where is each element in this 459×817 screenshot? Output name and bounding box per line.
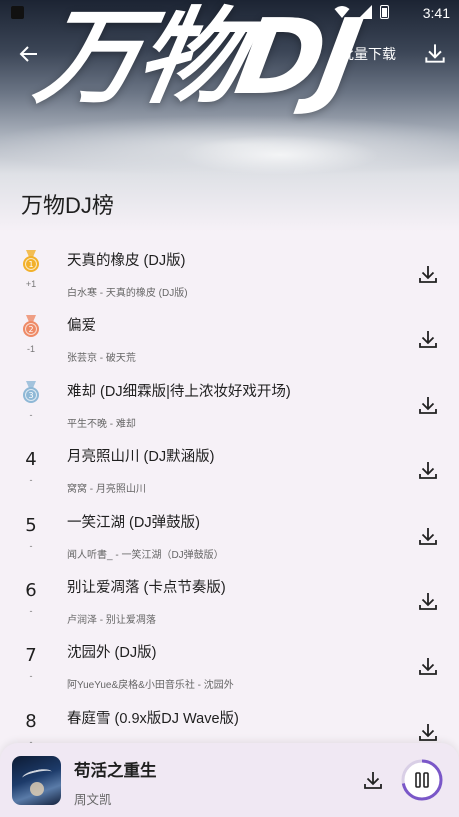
rank-indicator: 3-	[14, 380, 48, 420]
player-song-title: 苟活之重生	[74, 762, 157, 780]
mini-player[interactable]: 苟活之重生 周文凯	[0, 743, 459, 817]
rank-change: -	[29, 409, 33, 420]
song-title: 月亮照山川 (DJ默涵版)	[67, 449, 215, 466]
song-title: 偏爱	[67, 318, 96, 335]
rank-number: 7	[25, 645, 37, 667]
download-icon[interactable]	[416, 654, 440, 678]
batch-download-button[interactable]: 批量下载	[340, 44, 396, 64]
song-subtitle: 平生不晚 - 难却	[67, 418, 136, 430]
song-title: 春庭雪 (0.9x版DJ Wave版)	[67, 710, 239, 727]
song-subtitle: 窝窝 - 月亮照山川	[67, 484, 146, 496]
song-title: 别让爱凋落 (卡点节奏版)	[67, 579, 226, 596]
player-download-icon[interactable]	[361, 768, 385, 792]
medal-icon: 3	[23, 380, 39, 403]
rank-change: -1	[26, 344, 35, 355]
song-title: 天真的橡皮 (DJ版)	[67, 253, 186, 269]
song-title: 一笑江湖 (DJ弹鼓版)	[67, 514, 200, 531]
song-subtitle: 白水寒 - 天真的橡皮 (DJ版)	[67, 288, 188, 299]
back-button[interactable]	[14, 40, 44, 68]
song-subtitle: 闻人听書_ - 一笑江湖（DJ弹鼓版）	[67, 549, 224, 561]
rank-number: 4	[25, 449, 37, 471]
song-subtitle: 张芸京 - 破天荒	[67, 353, 136, 365]
song-row[interactable]: 8- 春庭雪 (0.9x版DJ Wave版)	[0, 696, 459, 743]
download-icon[interactable]	[416, 327, 440, 351]
download-icon[interactable]	[416, 393, 440, 417]
cover-art-detail	[21, 766, 53, 784]
song-title: 难却 (DJ细霖版|待上浓妆好戏开场)	[67, 383, 291, 400]
player-artist: 周文凯	[74, 793, 112, 807]
rank-change: -	[29, 671, 33, 682]
song-subtitle: 阿YueYue&戾格&小田音乐社 - 沈园外	[67, 680, 234, 692]
song-list: 1 +1 天真的橡皮 (DJ版) 白水寒 - 天真的橡皮 (DJ版) 2 -1 偏爱 张芸京 …	[0, 238, 459, 743]
status-time: 3:41	[422, 5, 450, 21]
song-row[interactable]: 1 +1 天真的橡皮 (DJ版) 白水寒 - 天真的橡皮 (DJ版)	[0, 238, 459, 303]
rank-number: 8	[25, 710, 37, 732]
rank-indicator: 1 +1	[14, 250, 48, 289]
song-row[interactable]: 7- 沈园外 (DJ版) 阿YueYue&戾格&小田音乐社 - 沈园外	[0, 630, 459, 695]
download-icon[interactable]	[416, 458, 440, 482]
download-all-icon[interactable]	[422, 40, 448, 66]
download-icon[interactable]	[416, 589, 440, 613]
medal-rank: 1	[28, 260, 33, 269]
banner-cloud	[180, 135, 380, 175]
album-cover[interactable]	[12, 756, 61, 805]
rank-indicator: 2 -1	[14, 315, 48, 354]
download-icon[interactable]	[416, 720, 440, 743]
rank-change: -	[29, 605, 33, 616]
download-icon[interactable]	[416, 262, 440, 286]
status-bar: 3:41	[0, 0, 459, 26]
signal-icon	[358, 5, 372, 19]
rank-indicator: 5-	[14, 512, 48, 551]
rank-number: 6	[25, 579, 37, 601]
download-icon[interactable]	[416, 524, 440, 548]
wifi-icon	[334, 6, 350, 18]
rank-indicator: 6-	[14, 577, 48, 616]
rank-change: -	[29, 475, 33, 486]
rank-change: -	[29, 540, 33, 551]
medal-rank: 3	[28, 391, 33, 400]
song-row[interactable]: 3- 难却 (DJ细霖版|待上浓妆好戏开场) 平生不晚 - 难却	[0, 369, 459, 434]
notification-icon	[11, 6, 24, 19]
battery-icon	[380, 5, 389, 19]
arrow-left-icon	[19, 46, 37, 62]
medal-icon: 2	[23, 315, 39, 338]
cover-art-detail	[30, 782, 44, 796]
rank-indicator: 7-	[14, 642, 48, 681]
song-row[interactable]: 2 -1 偏爱张芸京 - 破天荒	[0, 303, 459, 368]
rank-number: 5	[25, 514, 37, 536]
medal-icon: 1	[23, 250, 39, 272]
page-title: 万物DJ榜	[21, 193, 114, 218]
pause-button[interactable]	[401, 759, 443, 801]
song-row[interactable]: 6- 别让爱凋落 (卡点节奏版) 卢润泽 - 别让爱凋落	[0, 565, 459, 630]
song-subtitle: 卢润泽 - 别让爱凋落	[67, 614, 156, 626]
song-title: 沈园外 (DJ版)	[67, 645, 157, 662]
song-row[interactable]: 4- 月亮照山川 (DJ默涵版) 窝窝 - 月亮照山川	[0, 434, 459, 499]
medal-rank: 2	[28, 325, 33, 334]
song-row[interactable]: 5- 一笑江湖 (DJ弹鼓版) 闻人听書_ - 一笑江湖（DJ弹鼓版）	[0, 500, 459, 565]
rank-indicator: 4-	[14, 446, 48, 485]
rank-change: +1	[25, 279, 37, 289]
rank-indicator: 8-	[14, 708, 48, 743]
